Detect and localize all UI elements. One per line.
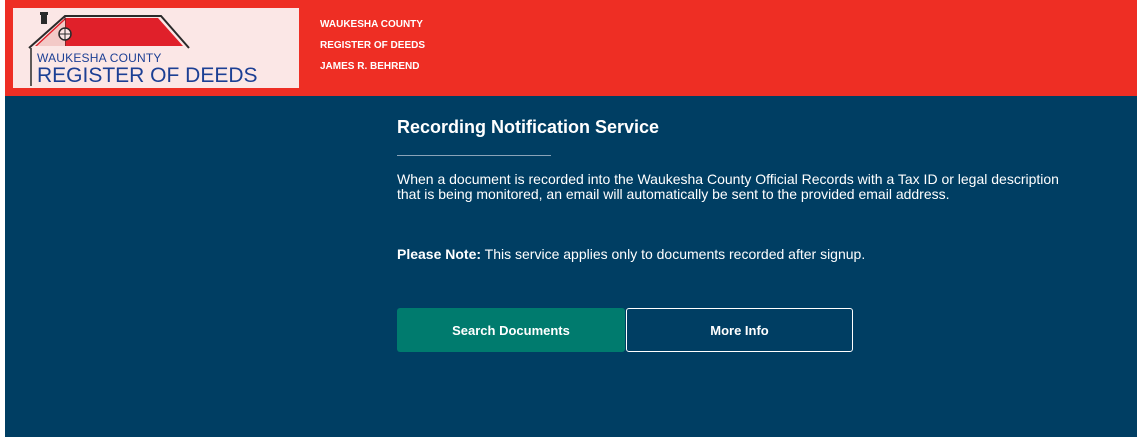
search-documents-button[interactable]: Search Documents <box>397 308 625 352</box>
service-description: When a document is recorded into the Wau… <box>397 171 1059 202</box>
signup-note: Please Note: This service applies only t… <box>397 246 865 262</box>
page: WAUKESHA COUNTY REGISTER OF DEEDS WAUKES… <box>0 0 1137 437</box>
header-office: REGISTER OF DEEDS <box>320 40 426 51</box>
logo-text-register: REGISTER OF DEEDS <box>37 64 258 87</box>
note-text: This service applies only to documents r… <box>481 246 866 262</box>
header-office-info: WAUKESHA COUNTY REGISTER OF DEEDS JAMES … <box>320 14 425 77</box>
site-header: WAUKESHA COUNTY REGISTER OF DEEDS WAUKES… <box>5 0 1137 96</box>
logo-text-county: WAUKESHA COUNTY <box>37 51 162 65</box>
header-official-name: JAMES R. BEHREND <box>320 61 420 72</box>
title-divider <box>397 155 551 156</box>
logo[interactable]: WAUKESHA COUNTY REGISTER OF DEEDS <box>13 8 299 88</box>
header-county: WAUKESHA COUNTY <box>320 19 423 30</box>
more-info-button[interactable]: More Info <box>626 308 853 352</box>
page-title: Recording Notification Service <box>397 117 660 137</box>
main-content: Recording Notification Service When a do… <box>5 96 1137 437</box>
note-label: Please Note: <box>397 246 482 262</box>
